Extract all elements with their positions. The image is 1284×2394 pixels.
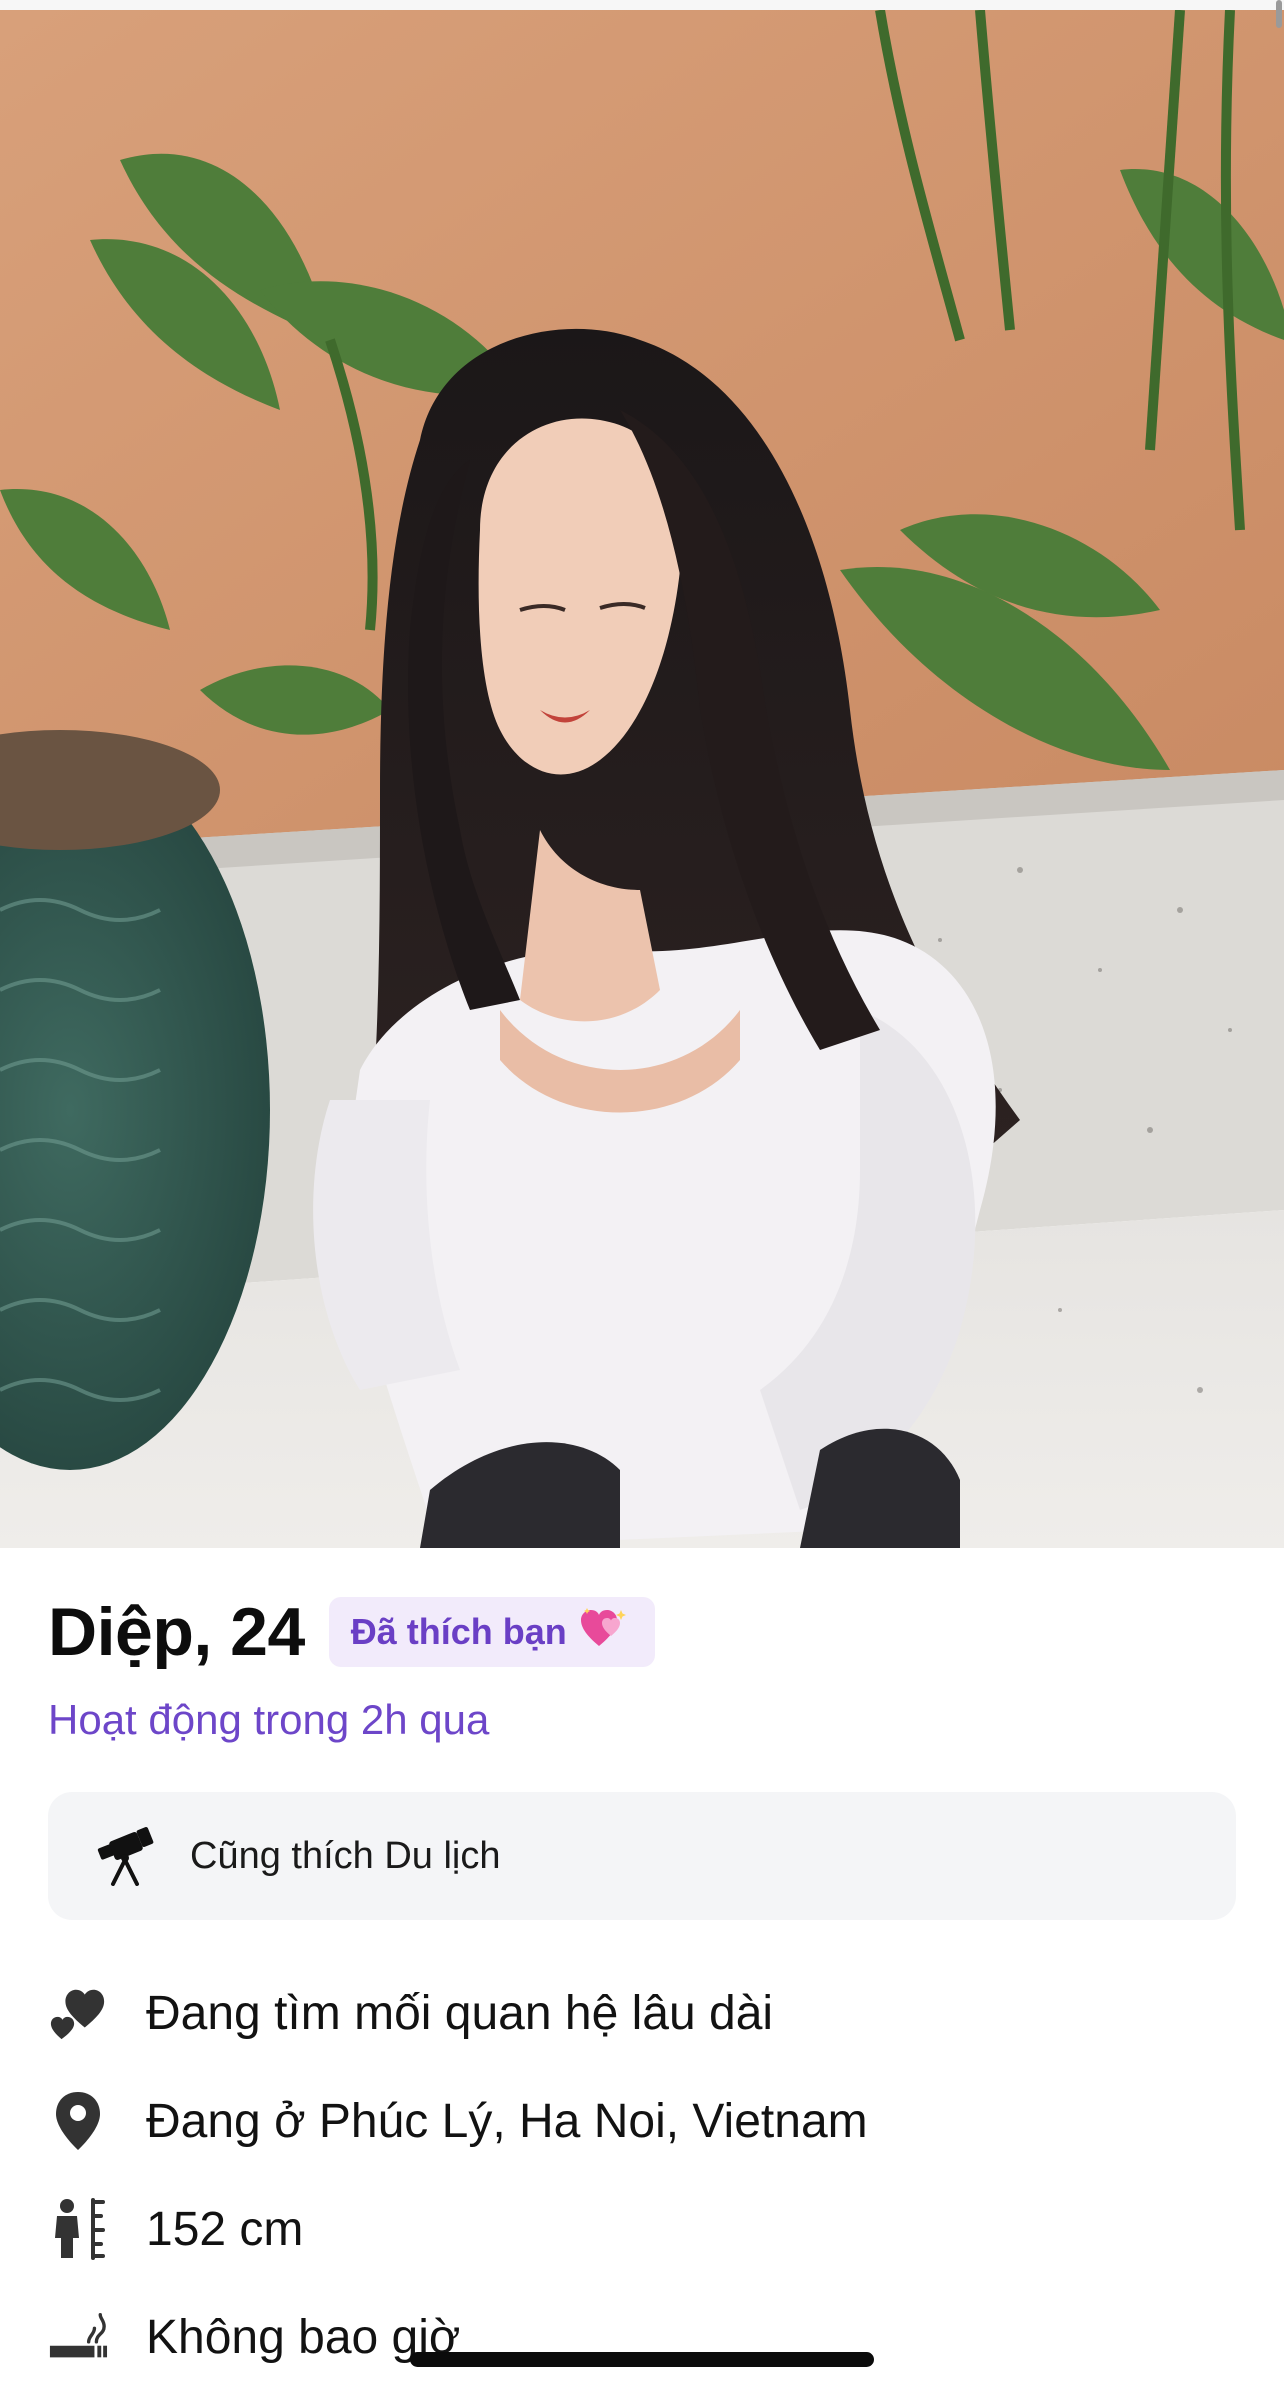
location-pin-icon [48, 2089, 108, 2153]
liked-you-badge: Đã thích bạn [328, 1597, 655, 1667]
photo-scroll-indicator [1276, 0, 1282, 28]
profile-header: Diệp, 24 Đã thích bạn [48, 1594, 655, 1670]
activity-status: Hoạt động trong 2h qua [48, 1696, 490, 1743]
shared-interest-card: Cũng thích Du lịch [48, 1792, 1236, 1920]
name-age-title: Diệp, 24 [48, 1594, 305, 1670]
hearts-icon [48, 1981, 108, 2045]
smoking-icon [48, 2305, 108, 2369]
profile-photo[interactable] [0, 10, 1284, 1548]
status-bar-strip [0, 0, 1284, 10]
height-icon [48, 2197, 108, 2261]
detail-row-location: Đang ở Phúc Lý, Ha Noi, Vietnam [48, 2086, 1236, 2156]
detail-text-location: Đang ở Phúc Lý, Ha Noi, Vietnam [146, 2094, 868, 2148]
detail-row-relationship-goal: Đang tìm mối quan hệ lâu dài [48, 1978, 1236, 2048]
detail-row-height: 152 cm [48, 2194, 1236, 2264]
telescope-icon [90, 1821, 160, 1891]
detail-text-relationship-goal: Đang tìm mối quan hệ lâu dài [146, 1986, 774, 2040]
sparkling-hearts-icon [579, 1606, 627, 1659]
detail-text-height: 152 cm [146, 2202, 304, 2256]
home-indicator[interactable] [410, 2352, 874, 2367]
liked-badge-label: Đã thích bạn [350, 1611, 567, 1652]
shared-interest-text: Cũng thích Du lịch [190, 1834, 501, 1877]
